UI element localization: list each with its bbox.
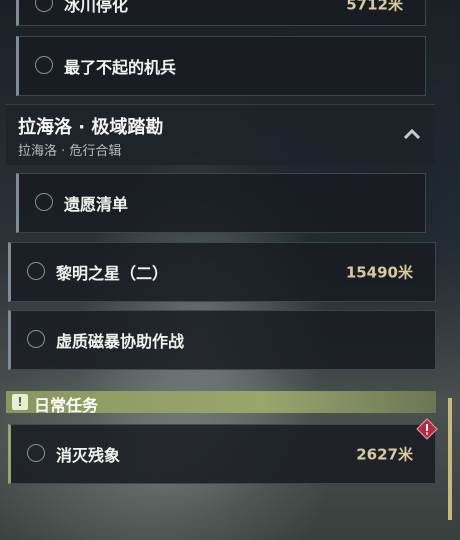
radio-icon[interactable] <box>27 330 45 348</box>
quest-label: 虚质磁暴协助作战 <box>56 332 185 351</box>
radio-icon[interactable] <box>35 193 53 211</box>
quest-distance: 5712米 <box>346 0 403 14</box>
quest-card-dawn-star[interactable]: 黎明之星（二） 15490米 <box>8 242 436 302</box>
section-title: 拉海洛 · 极域踏勘 <box>18 117 164 138</box>
quest-distance: 2627米 <box>356 445 413 464</box>
warning-diamond-icon <box>416 418 438 440</box>
quest-label: 黎明之星（二） <box>56 264 169 283</box>
quest-distance: 15490米 <box>345 263 413 282</box>
radio-icon[interactable] <box>35 0 53 12</box>
radio-icon[interactable] <box>35 56 53 74</box>
quest-card-top[interactable]: 冰川停化 5712米 <box>16 0 426 26</box>
quest-card-void-storm[interactable]: 虚质磁暴协助作战 <box>8 310 436 370</box>
daily-quests-header: ! 日常任务 <box>6 391 436 415</box>
section-subtitle: 拉海洛 · 危行合辑 <box>18 144 122 159</box>
radio-icon[interactable] <box>27 262 45 280</box>
scrollbar[interactable] <box>448 398 452 520</box>
section-header[interactable]: 拉海洛 · 极域踏勘 拉海洛 · 危行合辑 <box>6 104 435 165</box>
quest-label: 最了不起的机兵 <box>64 58 177 77</box>
quest-label: 冰川停化 <box>64 0 129 15</box>
quest-card-daily-1[interactable]: 消灭残象 2627米 <box>8 424 436 484</box>
quest-card-wish-list[interactable]: 遗愿清单 <box>16 173 426 233</box>
chevron-up-icon[interactable] <box>403 127 421 141</box>
radio-icon[interactable] <box>27 444 45 462</box>
exclamation-icon: ! <box>12 394 28 410</box>
quest-label: 遗愿清单 <box>64 195 129 214</box>
quest-label: 消灭残象 <box>56 446 121 465</box>
quest-card-ace-pilot[interactable]: 最了不起的机兵 <box>16 36 426 96</box>
daily-title: 日常任务 <box>34 396 99 415</box>
